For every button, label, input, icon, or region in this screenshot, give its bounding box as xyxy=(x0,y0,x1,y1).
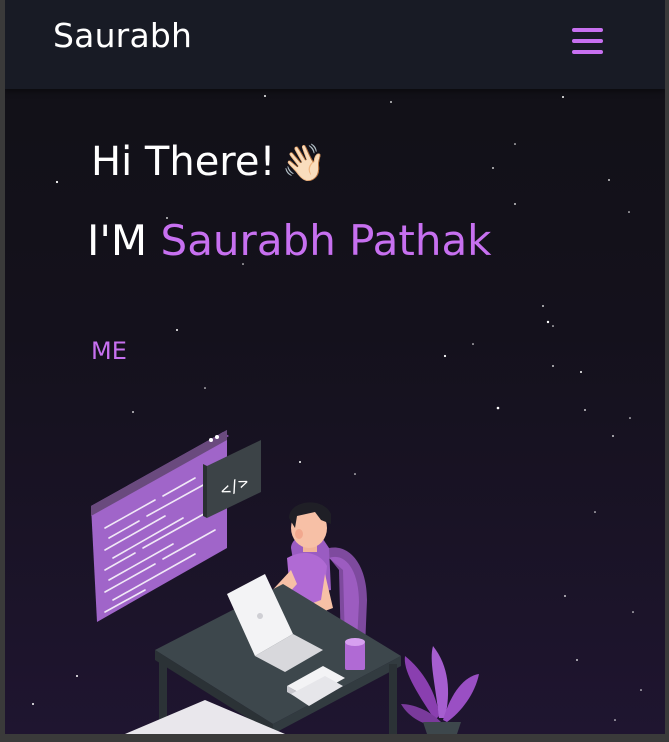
hero-intro: I'M Saurabh Pathak xyxy=(87,216,492,265)
hero-name: Saurabh Pathak xyxy=(160,216,492,265)
hamburger-menu-icon[interactable] xyxy=(572,28,603,54)
typewriter-text: ME xyxy=(91,337,127,365)
waving-hand-icon: 👋🏻 xyxy=(281,143,327,184)
menu-bar-bottom xyxy=(572,50,603,54)
greeting-text: Hi There! xyxy=(91,139,276,185)
brand-logo-text[interactable]: Saurabh xyxy=(53,16,192,55)
developer-at-desk-illustration: </> xyxy=(91,430,479,734)
hero-greeting: Hi There! 👋🏻 xyxy=(91,139,326,185)
page-frame: Saurabh Hi There! 👋🏻 I'M Saurabh Pathak M… xyxy=(5,0,665,734)
menu-bar-middle xyxy=(572,39,603,43)
menu-bar-top xyxy=(572,28,603,32)
intro-prefix: I'M xyxy=(87,216,148,265)
navbar: Saurabh xyxy=(5,0,665,89)
